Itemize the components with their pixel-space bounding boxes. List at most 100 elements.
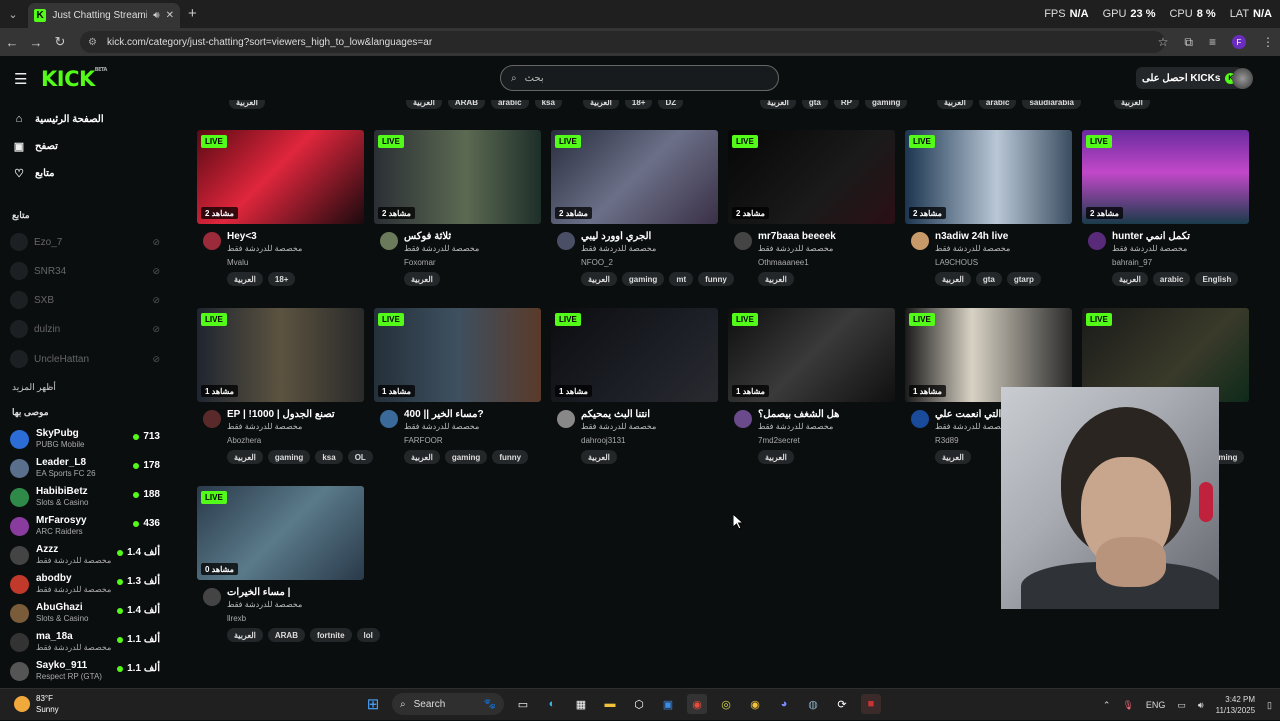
tag-chip[interactable]: ksa bbox=[534, 100, 562, 109]
avatar[interactable] bbox=[203, 588, 221, 606]
stream-card[interactable]: LIVE 2 مشاهد ثلاثة فوكس مخصصة للدردشة فقط Fo… bbox=[374, 130, 541, 292]
tag-chip[interactable]: العربية bbox=[406, 100, 442, 109]
stream-category[interactable]: مخصصة للدردشة فقط bbox=[227, 600, 302, 609]
tag-chip[interactable]: gta bbox=[801, 100, 828, 109]
streamer-name[interactable]: bahrain_97 bbox=[1112, 258, 1152, 267]
recommended-item[interactable]: Azzz مخصصة للدردشة فقط 1.4 ألف bbox=[10, 543, 160, 569]
tag-chip[interactable]: OL bbox=[347, 450, 373, 464]
streamer-name[interactable]: Othmaaanee1 bbox=[758, 258, 809, 267]
tag-chip[interactable]: العربية bbox=[227, 272, 263, 286]
file-explorer-icon[interactable]: ▬ bbox=[600, 694, 620, 714]
recommended-item[interactable]: ma_18a مخصصة للدردشة فقط 1.1 ألف bbox=[10, 630, 160, 656]
app-blue-icon[interactable]: ▣ bbox=[658, 694, 678, 714]
tag-chip[interactable]: العربية bbox=[1114, 100, 1150, 109]
tag-chip[interactable]: English bbox=[1195, 272, 1239, 286]
avatar[interactable] bbox=[1088, 232, 1106, 250]
tag-chip[interactable]: العربية bbox=[227, 450, 263, 464]
stream-thumbnail[interactable]: LIVE 2 مشاهد bbox=[551, 130, 718, 224]
discord-icon[interactable]: ◕ bbox=[774, 694, 794, 714]
stream-category[interactable]: مخصصة للدردشة فقط bbox=[935, 244, 1010, 253]
stream-title[interactable]: ثلاثة فوكس bbox=[404, 231, 539, 242]
stream-title[interactable]: انتنا البث يمحيكم bbox=[581, 409, 716, 420]
avatar[interactable] bbox=[734, 232, 752, 250]
tag-chip[interactable]: DZ bbox=[658, 100, 684, 109]
url-field[interactable]: ⚙ kick.com/category/just-chatting?sort=v… bbox=[80, 31, 1165, 53]
tag-chip[interactable]: العربية bbox=[760, 100, 796, 109]
task-view-icon[interactable]: ▭ bbox=[513, 694, 533, 714]
tag-chip[interactable]: arabic bbox=[490, 100, 529, 109]
sidebar-item-following[interactable]: ♡ متابع bbox=[13, 163, 54, 183]
reload-icon[interactable]: ↻ bbox=[48, 28, 72, 56]
tag-chip[interactable]: gaming bbox=[865, 100, 908, 109]
tag-chip[interactable]: funny bbox=[492, 450, 529, 464]
stream-card[interactable]: LIVE 2 مشاهد mr7baaa beeeek مخصصة للدردشة ف… bbox=[728, 130, 895, 292]
tab-search-icon[interactable]: ⌄ bbox=[0, 0, 26, 28]
stream-card[interactable]: LIVE 0 مشاهد مساء الخيرات | مخصصة للدردشة ف… bbox=[197, 486, 380, 648]
tag-chip[interactable]: العربية bbox=[404, 272, 440, 286]
tag-chip[interactable]: العربية bbox=[227, 628, 263, 642]
tag-chip[interactable]: العربية bbox=[937, 100, 973, 109]
stream-title[interactable]: EP | !1000 | تصنع الجدول bbox=[227, 409, 362, 420]
stream-category[interactable]: مخصصة للدردشة فقط bbox=[581, 422, 656, 431]
tag-chip[interactable]: saudiarabia bbox=[1022, 100, 1081, 109]
browser-tab[interactable]: K Just Chatting Streaming - Ki 🔊︎ ✕ bbox=[28, 3, 180, 28]
weather-widget[interactable]: 83°F Sunny bbox=[14, 693, 59, 715]
recommended-item[interactable]: HabibiBetz Slots & Casino 188 bbox=[10, 485, 160, 511]
stream-card[interactable]: LIVE 2 مشاهد الجري أوورد ليبي مخصصة للدردشة… bbox=[551, 130, 734, 292]
tag-chip[interactable]: arabic bbox=[978, 100, 1017, 109]
close-tab-icon[interactable]: ✕ bbox=[166, 10, 174, 21]
recommended-item[interactable]: abodby مخصصة للدردشة فقط 1.3 ألف bbox=[10, 572, 160, 598]
recommended-item[interactable]: Leader_L8 EA Sports FC 26 178 bbox=[10, 456, 160, 482]
tag-chip[interactable]: ARAB bbox=[447, 100, 485, 109]
tray-chevron-icon[interactable]: ⌃ bbox=[1103, 700, 1111, 711]
show-more-link[interactable]: أظهر المزيد bbox=[12, 382, 56, 393]
avatar[interactable] bbox=[911, 232, 929, 250]
stream-title[interactable]: مساء الخيرات | bbox=[227, 587, 362, 598]
streamer-name[interactable]: 7md2secret bbox=[758, 436, 800, 445]
taskbar-search[interactable]: ⌕ Search 🐾 bbox=[392, 693, 504, 715]
extensions-icon[interactable]: ⧉ bbox=[1184, 35, 1193, 50]
tag-chip[interactable]: ksa bbox=[315, 450, 343, 464]
tag-chip[interactable]: gaming bbox=[621, 272, 665, 286]
stream-title[interactable]: هل الشغف بيصمل؟ bbox=[758, 409, 893, 420]
stream-thumbnail[interactable]: LIVE 1 مشاهد bbox=[374, 308, 541, 402]
stream-thumbnail[interactable]: LIVE 2 مشاهد bbox=[728, 130, 895, 224]
avatar[interactable] bbox=[203, 232, 221, 250]
stream-title[interactable]: hunter تكمل انمي bbox=[1112, 231, 1247, 242]
kick-logo[interactable]: KICKBETA bbox=[41, 67, 107, 91]
tag-chip[interactable]: gta bbox=[975, 272, 1002, 286]
stream-title[interactable]: Hey<3 bbox=[227, 231, 362, 242]
tag-chip[interactable]: gaming bbox=[267, 450, 311, 464]
tag-chip[interactable]: gaming bbox=[444, 450, 488, 464]
windows-start-icon[interactable]: ⊞ bbox=[363, 694, 383, 714]
user-avatar[interactable] bbox=[1232, 68, 1253, 89]
stream-category[interactable]: مخصصة للدردشة فقط bbox=[935, 422, 1010, 431]
sidebar-item-browse[interactable]: ▣ تصفح bbox=[13, 136, 58, 156]
tag-chip[interactable]: العربية bbox=[1112, 272, 1148, 286]
obs-active-icon[interactable]: ■ bbox=[861, 694, 881, 714]
tag-chip[interactable]: العربية bbox=[935, 272, 971, 286]
avatar[interactable] bbox=[557, 410, 575, 428]
stream-category[interactable]: مخصصة للدردشة فقط bbox=[758, 422, 833, 431]
stream-thumbnail[interactable]: LIVE 2 مشاهد bbox=[905, 130, 1072, 224]
steam-icon[interactable]: ◍ bbox=[803, 694, 823, 714]
back-icon[interactable]: ← bbox=[0, 28, 24, 56]
following-item[interactable]: UncleHattan ⊘ bbox=[10, 348, 160, 370]
streamer-name[interactable]: Foxomar bbox=[404, 258, 436, 267]
avatar[interactable] bbox=[557, 232, 575, 250]
stream-category[interactable]: مخصصة للدردشة فقط bbox=[227, 244, 302, 253]
speaker-icon[interactable]: 🔊︎ bbox=[153, 10, 159, 21]
profile-avatar-icon[interactable]: F bbox=[1232, 35, 1246, 49]
hamburger-menu-icon[interactable]: ☰ bbox=[14, 70, 27, 88]
streamer-name[interactable]: R3d89 bbox=[935, 436, 959, 445]
avatar[interactable] bbox=[380, 410, 398, 428]
streamer-name[interactable]: dahrooj3131 bbox=[581, 436, 625, 445]
tag-chip[interactable]: العربية bbox=[581, 450, 617, 464]
stream-card[interactable]: LIVE 1 مشاهد مساء الخير || 400? مخصصة للدرد… bbox=[374, 308, 541, 470]
menu-kebab-icon[interactable]: ⋮ bbox=[1262, 35, 1274, 49]
tag-chip[interactable]: العربية bbox=[583, 100, 619, 109]
chrome-icon[interactable]: ◉ bbox=[687, 694, 707, 714]
stream-title[interactable]: الجري أوورد ليبي bbox=[581, 231, 716, 242]
stream-category[interactable]: مخصصة للدردشة فقط bbox=[404, 422, 479, 431]
clock[interactable]: 3:42 PM 11/13/2025 bbox=[1216, 694, 1255, 716]
